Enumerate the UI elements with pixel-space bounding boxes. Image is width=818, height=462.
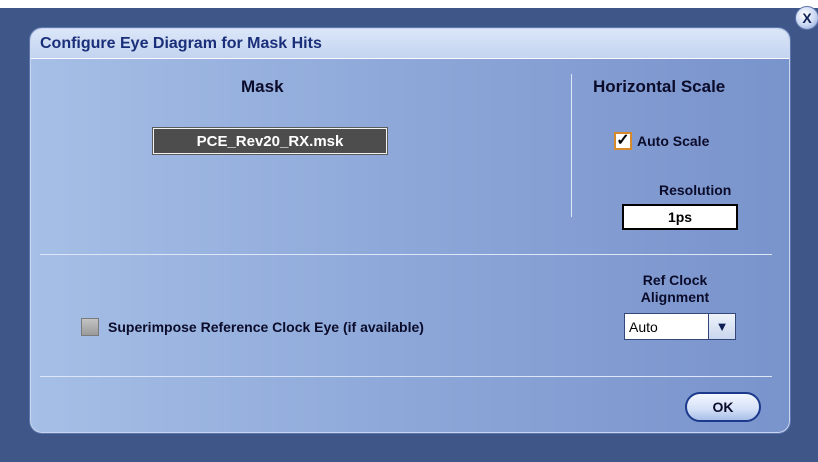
eye-diagram-dialog: Configure Eye Diagram for Mask Hits Mask…: [30, 28, 790, 433]
ref-clock-dropdown[interactable]: Auto ▼: [624, 313, 736, 340]
close-icon: X: [802, 10, 812, 26]
ref-clock-value: Auto: [629, 318, 658, 335]
dialog-title: Configure Eye Diagram for Mask Hits: [40, 35, 322, 52]
ok-button[interactable]: OK: [685, 392, 761, 422]
top-strip: [0, 0, 818, 8]
dialog-title-bar: Configure Eye Diagram for Mask Hits: [31, 29, 789, 59]
footer-divider: [40, 376, 772, 377]
chevron-down-icon[interactable]: ▼: [708, 314, 735, 339]
horizontal-divider: [40, 254, 772, 255]
resolution-label: Resolution: [659, 182, 732, 198]
checkmark-icon: ✓: [616, 132, 630, 149]
close-button[interactable]: X: [795, 6, 818, 30]
mask-file-button[interactable]: PCE_Rev20_RX.msk: [152, 127, 388, 155]
ref-clock-label: Ref Clock Alignment: [640, 272, 710, 305]
horizontal-scale-heading: Horizontal Scale: [593, 77, 726, 96]
superimpose-label: Superimpose Reference Clock Eye (if avai…: [108, 319, 424, 335]
resolution-input[interactable]: 1ps: [622, 204, 738, 230]
vertical-divider: [571, 74, 572, 217]
superimpose-checkbox[interactable]: [81, 318, 99, 336]
mask-heading: Mask: [241, 77, 284, 96]
auto-scale-label: Auto Scale: [637, 133, 710, 149]
auto-scale-checkbox[interactable]: ✓: [614, 132, 632, 150]
